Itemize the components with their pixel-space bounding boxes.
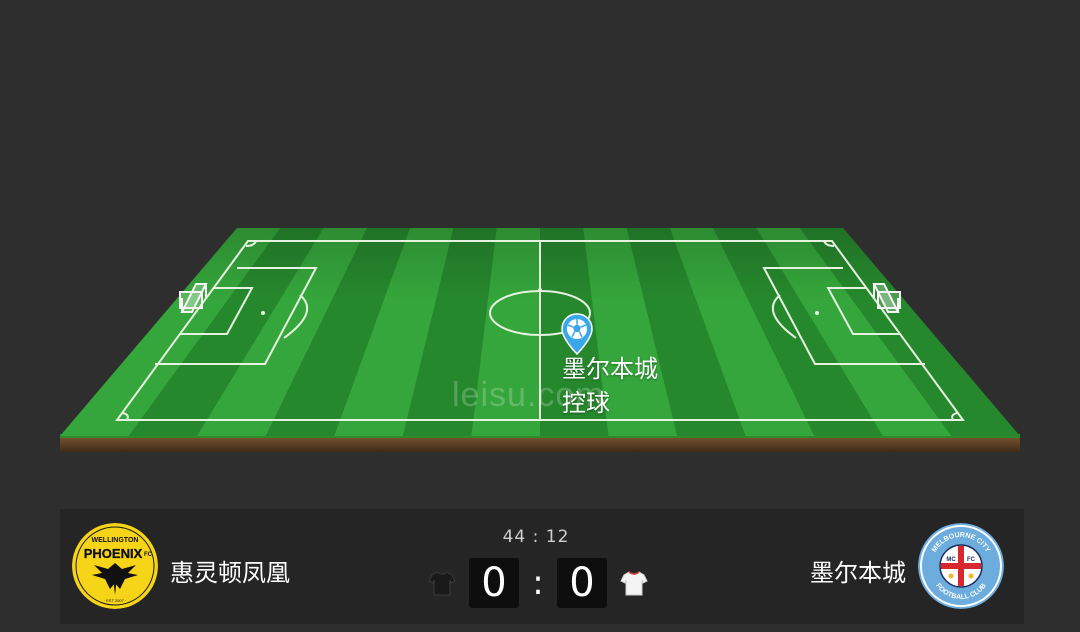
pitch-soil-edge	[60, 436, 1020, 452]
home-team-name[interactable]: 惠灵顿凤凰	[170, 553, 290, 588]
away-score: 0	[557, 558, 607, 608]
possession-action: 控球	[562, 389, 610, 417]
possession-label: 墨尔本城 控球	[562, 352, 658, 420]
football-pin-icon	[561, 313, 593, 355]
svg-text:FC: FC	[144, 552, 153, 558]
dark-jersey-icon	[428, 569, 456, 597]
away-team-name[interactable]: 墨尔本城	[810, 553, 906, 588]
svg-text:WELLINGTON: WELLINGTON	[92, 537, 139, 544]
left-penalty-spot	[261, 311, 265, 315]
home-score: 0	[469, 558, 519, 608]
right-penalty-spot	[815, 311, 819, 315]
right-goal	[872, 283, 901, 313]
melbourne-city-logo[interactable]: MELBOURNE CITY FOOTBALL CLUB MC FC	[918, 523, 1004, 609]
svg-text:PHOENIX: PHOENIX	[84, 546, 143, 561]
wellington-phoenix-logo[interactable]: WELLINGTON PHOENIX FC · EST 2007 ·	[72, 523, 158, 609]
scoreboard: WELLINGTON PHOENIX FC · EST 2007 · 惠灵顿凤凰…	[60, 509, 1024, 624]
svg-text:MC: MC	[946, 557, 956, 563]
score-separator: :	[532, 563, 544, 603]
center-spot	[538, 288, 542, 292]
match-clock: 44 : 12	[502, 527, 570, 547]
pitch-area: leisu.com 墨尔本城 控球	[0, 0, 1080, 470]
svg-text:FC: FC	[967, 557, 976, 563]
svg-text:· EST 2007 ·: · EST 2007 ·	[104, 598, 127, 603]
white-jersey-icon	[620, 569, 648, 597]
possession-team: 墨尔本城	[562, 355, 658, 383]
left-goal	[179, 283, 208, 313]
